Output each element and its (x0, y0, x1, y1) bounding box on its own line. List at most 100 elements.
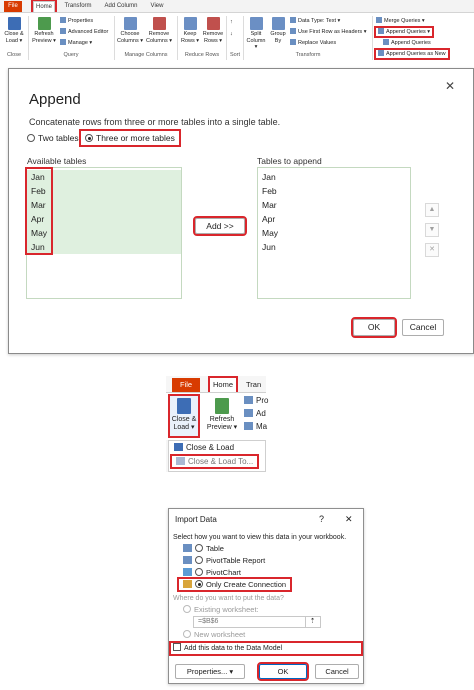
close-icon[interactable]: ✕ (445, 79, 455, 93)
ok-button[interactable]: OK (257, 662, 309, 681)
option-new-worksheet[interactable]: New worksheet (183, 630, 245, 639)
option-pivottable-label: PivotTable Report (206, 556, 266, 565)
radio-indicator (195, 568, 203, 576)
group-separator (226, 16, 227, 60)
close-load-button[interactable]: Close & Load ▾ (168, 394, 200, 438)
tab-transform[interactable]: Tran (246, 378, 266, 392)
ribbon-home: File Home Transform Add Column View Clos… (0, 0, 474, 62)
where-label: Where do you want to put the data? (173, 595, 284, 602)
list-item[interactable]: Mar (258, 198, 277, 212)
radio-three-or-more-tables[interactable]: Three or more tables (79, 129, 181, 147)
advanced-editor-button[interactable]: Advanced Editor (60, 28, 108, 36)
data-type-icon (290, 17, 296, 23)
list-item[interactable]: May (258, 226, 278, 240)
ok-button[interactable]: OK (351, 317, 397, 338)
list-item[interactable]: Feb (258, 184, 277, 198)
pivottable-icon (183, 556, 192, 564)
split-column-button[interactable]: Split Column ▾ (246, 17, 266, 51)
remove-columns-label: Remove Columns ▾ (146, 31, 172, 44)
option-table[interactable]: Table (183, 544, 224, 553)
move-down-icon[interactable]: ▼ (425, 223, 439, 237)
group-separator (114, 16, 115, 60)
advanced-editor-partial[interactable]: Ad (244, 409, 266, 418)
close-load-label: Close & Load ▾ (4, 31, 24, 44)
available-tables-label: Available tables (27, 156, 87, 166)
manage-button[interactable]: Manage ▾ (60, 39, 92, 47)
list-item[interactable]: Jan (258, 170, 276, 184)
manage-partial[interactable]: Ma (244, 422, 267, 431)
tables-to-append-list[interactable]: Jan Feb Mar Apr May Jun (257, 167, 411, 299)
advanced-editor-partial-label: Ad (256, 409, 266, 418)
list-item[interactable]: Jun (258, 240, 276, 254)
refresh-preview-button[interactable]: Refresh Preview ▾ (204, 396, 240, 436)
refresh-preview-label: Refresh Preview ▾ (32, 31, 56, 44)
properties-icon (60, 17, 66, 23)
split-column-icon (249, 17, 263, 30)
option-existing-worksheet[interactable]: Existing worksheet: (183, 605, 259, 614)
table-icon (183, 544, 192, 552)
group-by-button[interactable]: Group By (269, 17, 287, 44)
option-connection-label: Only Create Connection (206, 580, 287, 589)
cancel-button[interactable]: Cancel (402, 319, 444, 336)
menu-item-close-load-label: Close & Load (186, 443, 235, 452)
data-model-label: Add this data to the Data Model (184, 645, 283, 652)
refresh-preview-button[interactable]: Refresh Preview ▾ (31, 17, 57, 44)
use-first-row-button[interactable]: Use First Row as Headers ▾ (290, 28, 366, 36)
list-item[interactable]: Apr (258, 212, 275, 226)
group-label-close: Close (6, 52, 22, 58)
tables-to-append-label: Tables to append (257, 156, 322, 166)
tab-transform[interactable]: Transform (62, 1, 94, 12)
tab-add-column[interactable]: Add Column (102, 1, 140, 12)
refresh-preview-label: Refresh Preview ▾ (206, 416, 238, 431)
ribbon-tab-bar: File Home Transform Add Column View (0, 0, 474, 14)
add-button[interactable]: Add >> (193, 216, 247, 236)
properties-partial[interactable]: Pro (244, 396, 268, 405)
move-up-icon[interactable]: ▲ (425, 203, 439, 217)
connection-icon (183, 580, 192, 588)
merge-queries-button[interactable]: Merge Queries ▾ (376, 17, 425, 25)
close-load-icon (7, 17, 21, 30)
ribbon-body: Close & Load ▾ Close Refresh Preview ▾ P… (0, 12, 474, 62)
properties-button[interactable]: Properties (60, 17, 93, 25)
append-queries-submenu-item[interactable]: Append Queries (376, 39, 431, 47)
remove-rows-label: Remove Rows ▾ (202, 31, 224, 44)
option-only-create-connection[interactable]: Only Create Connection (176, 577, 293, 592)
properties-partial-label: Pro (256, 396, 269, 405)
data-model-checkbox[interactable]: Add this data to the Data Model (169, 641, 363, 656)
help-icon[interactable]: ? (319, 514, 324, 524)
group-by-icon (271, 17, 285, 30)
group-label-reduce-rows: Reduce Rows (184, 52, 220, 58)
tab-home[interactable]: Home (31, 0, 57, 14)
menu-item-close-load-to[interactable]: Close & Load To... (169, 454, 260, 469)
option-pivotchart[interactable]: PivotChart (183, 568, 241, 577)
radio-two-tables[interactable]: Two tables (27, 133, 79, 143)
cancel-button[interactable]: Cancel (315, 664, 359, 679)
collapse-dialog-icon[interactable]: ⇡ (305, 617, 319, 627)
menu-item-close-load[interactable]: Close & Load (174, 443, 234, 452)
option-pivottable[interactable]: PivotTable Report (183, 556, 265, 565)
append-queries-button[interactable]: Append Queries ▾ (373, 26, 435, 38)
properties-button[interactable]: Properties... ▾ (175, 664, 245, 679)
keep-rows-button[interactable]: Keep Rows ▾ (180, 17, 200, 44)
tab-view[interactable]: View (148, 1, 166, 12)
tab-home[interactable]: Home (208, 376, 238, 394)
cell-reference-input[interactable]: =$B$6 (193, 616, 321, 628)
manage-partial-label: Ma (256, 422, 268, 431)
append-queries-as-new-button[interactable]: Append Queries as New (374, 48, 450, 60)
tab-file[interactable]: File (172, 378, 200, 392)
group-label-query: Query (63, 52, 79, 58)
close-load-button[interactable]: Close & Load ▾ (2, 17, 26, 44)
data-type-dropdown[interactable]: Data Type: Text ▾ (290, 17, 340, 25)
remove-rows-button[interactable]: Remove Rows ▾ (202, 17, 224, 44)
advanced-editor-icon (244, 409, 253, 417)
remove-item-icon[interactable]: ✕ (425, 243, 439, 257)
choose-columns-button[interactable]: Choose Columns ▾ (117, 17, 143, 44)
sort-ascending-icon[interactable]: ↑ (230, 19, 233, 26)
close-icon[interactable]: ✕ (345, 514, 353, 525)
group-separator (243, 16, 244, 60)
sort-descending-icon[interactable]: ↓ (230, 31, 233, 38)
checkbox-box (173, 643, 181, 651)
replace-values-button[interactable]: Replace Values (290, 39, 336, 47)
tab-file[interactable]: File (4, 1, 22, 12)
remove-columns-button[interactable]: Remove Columns ▾ (146, 17, 172, 44)
